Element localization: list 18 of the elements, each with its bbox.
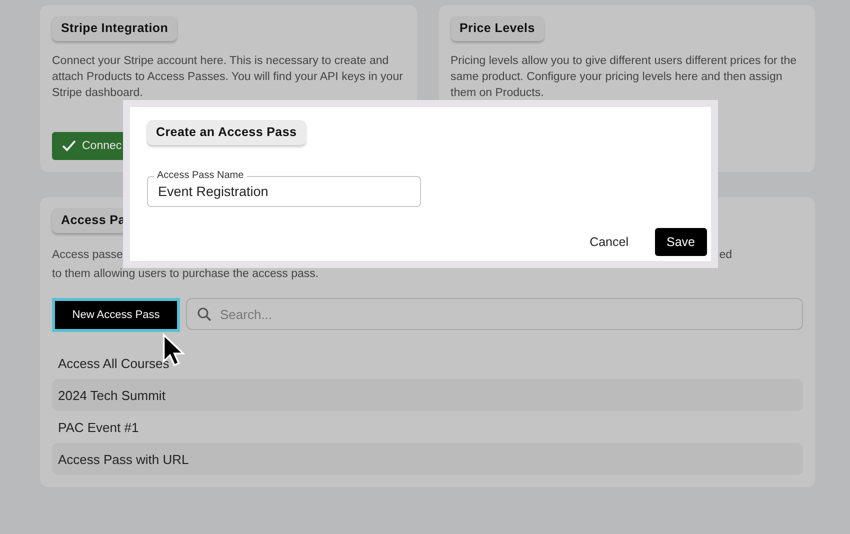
card-title: Price Levels — [450, 16, 544, 41]
card-description: Access passe — [52, 248, 123, 263]
access-pass-item[interactable]: PAC Event #1 — [52, 411, 803, 443]
card-description: to them allowing users to purchase the access pass. — [52, 267, 319, 282]
access-pass-name-field[interactable]: Access Pass Name Event Registration — [147, 170, 421, 207]
search-icon — [197, 306, 212, 322]
save-button[interactable]: Save — [654, 228, 707, 256]
cancel-button[interactable]: Cancel — [578, 228, 640, 256]
dialog-title: Create an Access Pass — [147, 120, 306, 145]
card-description: ed — [719, 248, 732, 263]
card-title: Stripe Integration — [52, 16, 178, 41]
card-description: Connect your Stripe account here. This is necessary to create and attach Products to Access Passes. You will find your API keys in your Stripe dashboard. — [52, 54, 404, 101]
access-pass-item[interactable]: 2024 Tech Summit — [52, 379, 803, 411]
card-description: Pricing levels allow you to give different users different prices for the same product. Configure your pricing levels here and then assign them on Products. — [450, 54, 798, 101]
new-access-pass-button[interactable]: New Access Pass — [52, 298, 180, 332]
check-icon — [62, 140, 76, 152]
access-pass-item[interactable]: Access All Courses — [52, 347, 803, 379]
access-pass-item[interactable]: Access Pass with URL — [52, 443, 803, 475]
